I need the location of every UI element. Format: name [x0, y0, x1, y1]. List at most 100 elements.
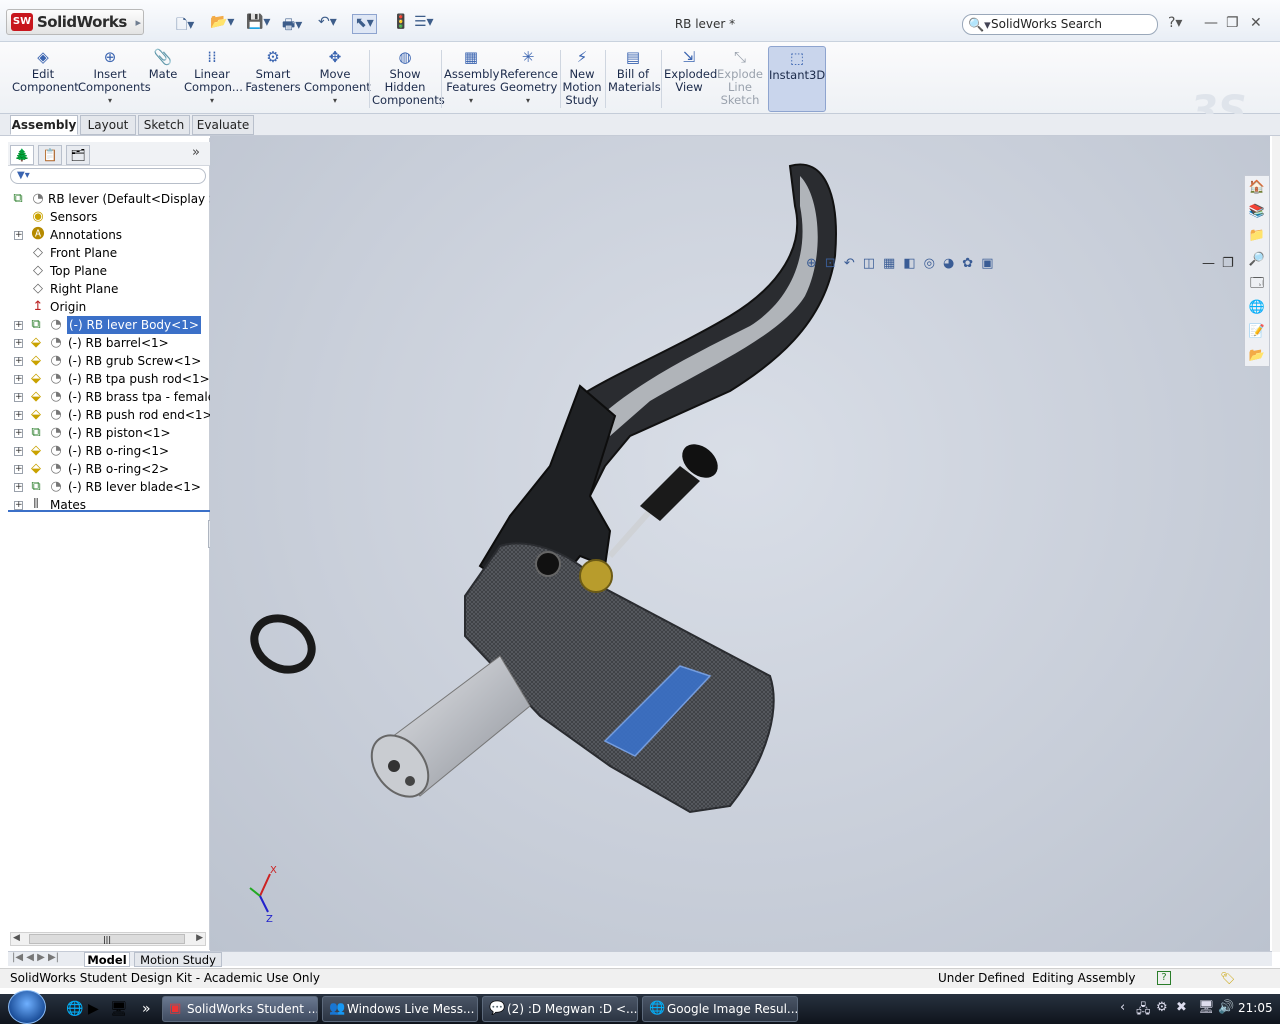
document-recovery-icon[interactable]: 📂 — [1245, 344, 1269, 368]
help-status-icon[interactable]: ? — [1157, 971, 1171, 985]
tab-sketch[interactable]: Sketch — [138, 115, 190, 135]
show-hidden-components-button[interactable]: ◍ Show Hidden Components — [372, 46, 445, 112]
display-icon[interactable]: 🖥 — [1198, 1000, 1215, 1015]
volume-icon[interactable]: 🔊 — [1218, 1000, 1234, 1015]
tree-root[interactable]: ⧉ ◔ RB lever (Default<Display Stat — [8, 190, 210, 208]
open-document-icon[interactable]: 📂▾ — [210, 14, 234, 34]
media-player-icon[interactable]: ▶ — [88, 1001, 99, 1017]
tree-item[interactable]: + 🅐 Annotations — [8, 226, 210, 244]
doc-minimize-button[interactable]: — — [1202, 256, 1215, 271]
zoom-area-icon[interactable]: ⊡ — [825, 256, 844, 271]
help-icon[interactable]: ?▾ — [1168, 15, 1182, 31]
file-explorer-icon[interactable]: 📁 — [1245, 224, 1269, 248]
push-rod-end-part[interactable] — [640, 466, 700, 521]
brass-tpa-part[interactable] — [579, 559, 613, 593]
configurationmanager-tab-icon[interactable]: 🗂 — [66, 145, 90, 165]
expand-icon[interactable]: + — [14, 375, 23, 384]
expand-icon[interactable]: + — [14, 357, 23, 366]
taskbar-item-messenger[interactable]: 👥 Windows Live Mess... — [322, 996, 478, 1022]
solidworks-resources-icon[interactable]: 🏠 — [1245, 176, 1269, 200]
taskbar-item-solidworks[interactable]: ▣ SolidWorks Student ... — [162, 996, 318, 1022]
tab-model[interactable]: Model — [84, 952, 130, 967]
expand-icon[interactable]: + — [14, 429, 23, 438]
tree-item[interactable]: + ⧉ ◔ (-) RB piston<1> — [8, 424, 210, 442]
tree-item[interactable]: + ⧉ ◔ (-) RB lever Body<1> — [8, 316, 210, 334]
hide-show-icon[interactable]: ◎ — [924, 256, 943, 271]
instant3d-button[interactable]: ⬚ Instant3D — [768, 46, 826, 112]
expand-icon[interactable]: + — [14, 393, 23, 402]
more-quicklaunch-icon[interactable]: » — [142, 1001, 151, 1017]
expand-icon[interactable]: + — [14, 465, 23, 474]
select-pointer-icon[interactable]: ⬉▾ — [352, 14, 377, 34]
appearances-scenes-icon[interactable]: 🌐 — [1245, 296, 1269, 320]
mate-button[interactable]: 📎 Mate — [146, 46, 180, 112]
expand-panel-icon[interactable]: » — [192, 145, 200, 160]
expand-icon[interactable]: + — [14, 501, 23, 510]
reference-geometry-button[interactable]: ✳ Reference Geometry ▾ — [500, 46, 558, 112]
expand-icon[interactable]: + — [14, 411, 23, 420]
display-style-icon[interactable]: ◧ — [903, 256, 923, 271]
zoom-to-fit-icon[interactable]: ⊕ — [806, 256, 825, 271]
tray-expand-icon[interactable]: ‹ — [1120, 1000, 1125, 1015]
search-results-icon[interactable]: 🔎 — [1245, 248, 1269, 272]
network-icon[interactable]: 🖧 — [1136, 1000, 1151, 1022]
start-button[interactable] — [8, 990, 46, 1024]
new-document-icon[interactable]: 🗋▾ — [176, 14, 194, 34]
tree-item[interactable]: + ⬙ ◔ (-) RB brass tpa - female<1 — [8, 388, 210, 406]
search-input[interactable]: 🔍▾ SolidWorks Search — [962, 14, 1158, 35]
edit-component-button[interactable]: ◈ Edit Component — [12, 46, 79, 112]
custom-properties-icon[interactable]: 📝 — [1245, 320, 1269, 344]
tab-motion-study[interactable]: Motion Study 1 — [134, 952, 222, 981]
move-component-button[interactable]: ✥ Move Component ▾ — [304, 46, 371, 112]
chrome-icon[interactable]: 🌐 — [66, 1001, 83, 1017]
doc-restore-button[interactable]: ❐ — [1222, 256, 1234, 271]
design-library-icon[interactable]: 📚 — [1245, 200, 1269, 224]
expand-icon[interactable]: + — [14, 339, 23, 348]
o-ring-part[interactable] — [245, 608, 321, 680]
tab-evaluate[interactable]: Evaluate — [192, 115, 254, 135]
new-motion-study-button[interactable]: ⚡ New Motion Study — [562, 46, 602, 112]
tree-item[interactable]: + ⬙ ◔ (-) RB barrel<1> — [8, 334, 210, 352]
tree-item[interactable]: + ⬙ ◔ (-) RB o-ring<2> — [8, 460, 210, 478]
tree-item[interactable]: ↥ Origin — [8, 298, 210, 316]
options-icon[interactable]: ☰▾ — [414, 14, 434, 34]
tree-item[interactable]: ◇ Top Plane — [8, 262, 210, 280]
undo-icon[interactable]: ↶▾ — [318, 14, 337, 34]
security-icon[interactable]: ✖ — [1176, 1000, 1187, 1015]
pivot-bolt-part[interactable] — [535, 551, 561, 577]
exploded-view-button[interactable]: ⇲ Exploded View — [664, 46, 717, 112]
rebuild-icon[interactable]: 🚦 — [392, 14, 409, 34]
linear-pattern-button[interactable]: ⁞⁞ Linear Compon... ▾ — [184, 46, 243, 112]
tree-item[interactable]: ◇ Front Plane — [8, 244, 210, 262]
show-desktop-icon[interactable]: 🖥 — [110, 1001, 128, 1017]
scroll-thumb[interactable]: ||| — [29, 934, 185, 944]
edit-appearance-icon[interactable]: ◕ — [943, 256, 962, 271]
tree-item[interactable]: + ⬙ ◔ (-) RB grub Screw<1> — [8, 352, 210, 370]
tag-icon[interactable]: 🏷 — [1220, 969, 1235, 988]
tree-item[interactable]: + ⬙ ◔ (-) RB push rod end<1> — [8, 406, 210, 424]
tree-item[interactable]: + ⧉ ◔ (-) RB lever blade<1> — [8, 478, 210, 496]
view-palette-icon[interactable]: 🗔 — [1245, 272, 1269, 296]
tree-item[interactable]: + ⬙ ◔ (-) RB tpa push rod<1> — [8, 370, 210, 388]
assembly-features-button[interactable]: ▦ Assembly Features ▾ — [444, 46, 499, 112]
expand-icon[interactable]: + — [14, 321, 23, 330]
horizontal-scrollbar[interactable]: ◀ ||| ▶ — [10, 932, 206, 946]
tab-layout[interactable]: Layout — [80, 115, 136, 135]
taskbar-item-browser[interactable]: 🌐 Google Image Resul... — [642, 996, 798, 1022]
graphics-area[interactable]: X Z ⊕⊡↶◫▦◧◎◕✿▣ — ❐ ✕ — [210, 136, 1270, 952]
tab-assembly[interactable]: Assembly — [10, 115, 78, 135]
featuremanager-tab-icon[interactable]: 🌲 — [10, 145, 34, 165]
tree-filter-input[interactable]: ▼▾ — [10, 168, 206, 184]
scroll-left-icon[interactable]: ◀ — [13, 933, 20, 943]
tree-item[interactable]: ◇ Right Plane — [8, 280, 210, 298]
smart-fasteners-button[interactable]: ⚙ Smart Fasteners — [244, 46, 302, 112]
minimize-button[interactable]: — — [1204, 15, 1218, 31]
view-settings-icon[interactable]: ▣ — [981, 256, 1001, 271]
tree-item[interactable]: + ⬙ ◔ (-) RB o-ring<1> — [8, 442, 210, 460]
expand-icon[interactable]: + — [14, 483, 23, 492]
apply-scene-icon[interactable]: ✿ — [962, 256, 981, 271]
explode-line-sketch-button[interactable]: ⤡ Explode Line Sketch — [716, 46, 764, 112]
heads-up-view-toolbar[interactable]: ⊕⊡↶◫▦◧◎◕✿▣ — [806, 256, 1002, 274]
save-icon[interactable]: 💾▾ — [246, 14, 270, 34]
print-icon[interactable]: 🖶▾ — [282, 14, 302, 34]
